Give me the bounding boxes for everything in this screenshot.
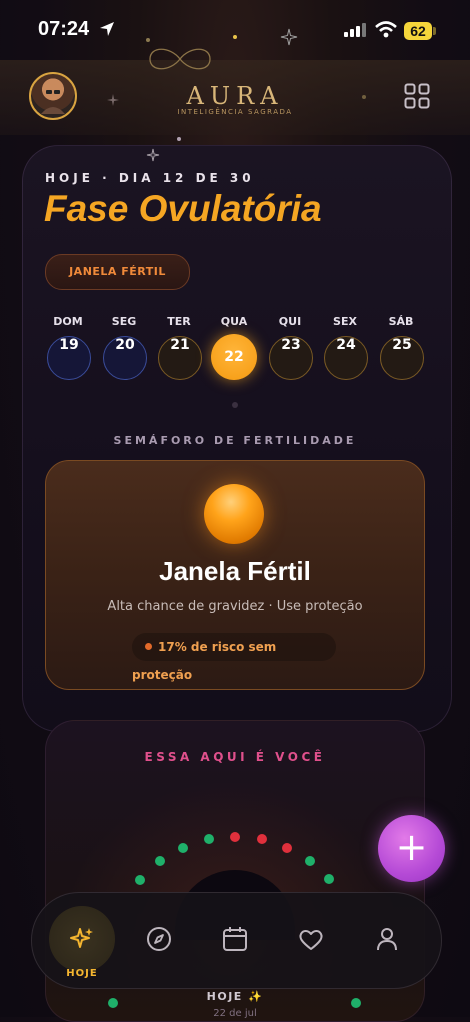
today-peek-label: HOJE ✨ (206, 990, 264, 1003)
day-25[interactable]: 25 (380, 336, 424, 380)
calendar-icon[interactable] (222, 926, 248, 952)
profile-icon[interactable] (374, 926, 400, 952)
wifi-icon (375, 21, 397, 38)
grid-menu-icon[interactable] (404, 83, 430, 109)
fertility-description: Alta chance de gravidez · Use proteção (107, 599, 363, 614)
weekday-label: SÁB (388, 315, 414, 328)
cycle-dot (135, 875, 145, 885)
cellular-signal-icon (344, 23, 366, 37)
fertility-light-orb (204, 484, 264, 544)
app-title: AURA (186, 82, 284, 110)
phase-title: Fase Ovulatória (44, 188, 322, 229)
status-time: 07:24 (38, 18, 90, 40)
risk-pill: 17% de risco sem proteção (132, 633, 336, 682)
sparkle-star (177, 137, 181, 141)
cycle-dot (305, 856, 315, 866)
app-subtitle: INTELIGÊNCIA SAGRADA (177, 108, 293, 116)
day-21[interactable]: 21 (158, 336, 202, 380)
compass-icon[interactable] (146, 926, 172, 952)
you-card-title: ESSA AQUI É VOCÊ (144, 750, 326, 764)
battery-tip (433, 27, 436, 35)
today-peek-date: 22 de jul (213, 1008, 257, 1019)
cycle-dot (155, 856, 165, 866)
sparkle-icon (280, 28, 298, 46)
divider-dot (232, 402, 238, 408)
cycle-dot (257, 834, 267, 844)
location-arrow-icon (100, 22, 114, 36)
cycle-dot (324, 874, 334, 884)
weekday-label: QUA (220, 315, 248, 328)
day-23[interactable]: 23 (269, 336, 313, 380)
weekday-label: TER (167, 315, 191, 328)
day-24[interactable]: 24 (324, 336, 368, 380)
cycle-dot (178, 843, 188, 853)
weekday-label: SEX (333, 315, 357, 328)
sparkles-icon (70, 928, 93, 948)
fertility-section-title: SEMÁFORO DE FERTILIDADE (113, 434, 357, 447)
sparkle-star (233, 35, 237, 39)
cycle-day-kicker: HOJE · DIA 12 DE 30 (45, 171, 255, 185)
weekday-label: QUI (278, 315, 302, 328)
cycle-dot (282, 843, 292, 853)
fertility-status: Janela Fértil (159, 556, 311, 586)
day-20[interactable]: 20 (103, 336, 147, 380)
cycle-dot (230, 832, 240, 842)
day-19[interactable]: 19 (47, 336, 91, 380)
weekday-label: DOM (53, 315, 83, 328)
sparkle-icon (146, 148, 160, 162)
day-22-today[interactable]: 22 (211, 334, 257, 380)
infinity-logo-icon (149, 48, 211, 70)
heart-icon[interactable] (298, 927, 324, 953)
weekday-label: SEG (111, 315, 137, 328)
add-button[interactable]: + (378, 815, 445, 882)
nav-label-hoje: HOJE (66, 968, 98, 979)
fertile-window-badge[interactable]: JANELA FÉRTIL (45, 254, 190, 290)
cycle-dot (204, 834, 214, 844)
risk-dot-icon (145, 643, 152, 650)
battery-indicator: 62 (404, 22, 432, 40)
